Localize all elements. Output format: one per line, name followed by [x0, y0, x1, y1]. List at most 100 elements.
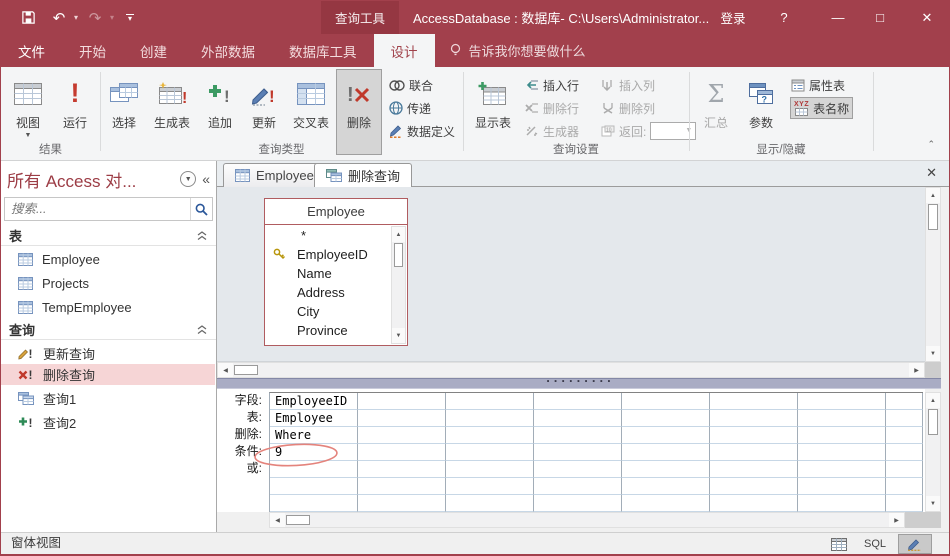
scroll-up-icon[interactable]: ▲	[392, 227, 405, 242]
field-list-title[interactable]: Employee	[265, 199, 407, 225]
undo-button[interactable]: ↶	[49, 1, 69, 34]
grid-cell[interactable]	[534, 461, 622, 478]
union-button[interactable]: 联合	[389, 75, 433, 95]
scroll-down-icon[interactable]: ▼	[926, 346, 940, 361]
collapse-section-icon[interactable]	[196, 324, 208, 335]
grid-cell[interactable]	[270, 478, 358, 495]
grid-cell[interactable]	[886, 444, 923, 461]
tell-me-box[interactable]: 告诉我你想要做什么	[435, 34, 600, 67]
field-row-employeeid[interactable]: EmployeeID	[266, 245, 391, 264]
field-row-name[interactable]: Name	[266, 264, 391, 283]
sidebar-item-delete-query[interactable]: ! 删除查询	[1, 364, 215, 385]
help-button[interactable]: ?	[765, 1, 803, 34]
shutter-bar-close-icon[interactable]: «	[202, 171, 210, 187]
designer-vertical-scrollbar[interactable]: ▲ ▼	[925, 187, 941, 362]
scroll-up-icon[interactable]: ▲	[926, 393, 940, 408]
insert-rows-button[interactable]: 插入行	[525, 75, 579, 95]
close-document-icon[interactable]: ✕	[926, 166, 937, 179]
grid-cell[interactable]	[798, 444, 886, 461]
grid-cell[interactable]	[446, 444, 534, 461]
field-list-scrollbar[interactable]: ▲ ▼	[391, 226, 406, 344]
tables-section-header[interactable]: 表	[1, 225, 216, 246]
data-definition-button[interactable]: 数据定义	[389, 121, 455, 141]
grid-cell[interactable]	[798, 478, 886, 495]
close-button[interactable]: ✕	[905, 1, 949, 34]
grid-cell-or[interactable]	[270, 461, 358, 478]
view-dropdown-icon[interactable]: ▼	[25, 132, 32, 139]
tab-create[interactable]: 创建	[123, 34, 184, 67]
tab-database-tools[interactable]: 数据库工具	[272, 34, 374, 67]
grid-cell[interactable]	[622, 427, 710, 444]
scroll-down-icon[interactable]: ▼	[926, 496, 940, 511]
scroll-right-icon[interactable]: ▶	[889, 513, 904, 527]
grid-cell[interactable]	[358, 444, 446, 461]
grid-cell[interactable]	[798, 495, 886, 512]
grid-cell[interactable]	[358, 478, 446, 495]
scroll-left-icon[interactable]: ◀	[270, 513, 285, 527]
navigation-menu-dropdown-icon[interactable]: ▼	[180, 171, 196, 187]
scroll-thumb[interactable]	[234, 365, 258, 375]
grid-cell[interactable]	[622, 444, 710, 461]
collapse-section-icon[interactable]	[196, 230, 208, 241]
grid-cell[interactable]	[710, 478, 798, 495]
grid-cell[interactable]	[886, 461, 923, 478]
sidebar-item-projects[interactable]: Projects	[1, 273, 215, 294]
undo-dropdown-icon[interactable]: ▾	[71, 1, 81, 34]
grid-cell[interactable]	[446, 495, 534, 512]
tab-external-data[interactable]: 外部数据	[184, 34, 272, 67]
grid-cell[interactable]	[710, 444, 798, 461]
grid-cell[interactable]	[710, 393, 798, 410]
grid-cell[interactable]	[358, 410, 446, 427]
grid-cell[interactable]	[622, 461, 710, 478]
grid-cell[interactable]	[534, 478, 622, 495]
sign-in-link[interactable]: 登录	[709, 1, 757, 34]
grid-cell[interactable]	[798, 410, 886, 427]
grid-cell[interactable]	[270, 495, 358, 512]
maximize-button[interactable]: □	[861, 1, 899, 34]
grid-cell-delete[interactable]: Where	[270, 427, 358, 444]
search-icon[interactable]	[190, 198, 212, 220]
grid-cell[interactable]	[534, 410, 622, 427]
grid-cell[interactable]	[710, 461, 798, 478]
grid-cell-table[interactable]: Employee	[270, 410, 358, 427]
tab-file[interactable]: 文件	[1, 34, 62, 67]
sidebar-item-update-query[interactable]: ! 更新查询	[1, 343, 215, 364]
collapse-ribbon-icon[interactable]: ⌃	[927, 139, 935, 150]
grid-cell[interactable]	[886, 393, 923, 410]
query-design-surface[interactable]: Employee * EmployeeID Name Address City …	[217, 187, 925, 362]
scroll-thumb[interactable]	[928, 204, 938, 230]
scroll-down-icon[interactable]: ▼	[392, 328, 405, 343]
sidebar-item-query2[interactable]: ! 查询2	[1, 412, 215, 433]
sql-view-button[interactable]: SQL	[859, 535, 891, 553]
grid-cell[interactable]	[710, 495, 798, 512]
grid-cell[interactable]	[798, 393, 886, 410]
property-sheet-button[interactable]: 属性表	[791, 75, 845, 95]
grid-cell[interactable]	[446, 393, 534, 410]
grid-cell[interactable]	[358, 495, 446, 512]
customize-quick-access-icon[interactable]: ▾	[123, 1, 137, 34]
pane-splitter[interactable]: ·········	[217, 378, 941, 389]
search-input[interactable]	[5, 202, 190, 216]
grid-cell[interactable]	[622, 478, 710, 495]
grid-cell[interactable]	[886, 478, 923, 495]
scroll-thumb[interactable]	[928, 409, 938, 435]
scroll-thumb[interactable]	[394, 243, 403, 267]
grid-cell[interactable]	[886, 427, 923, 444]
grid-horizontal-scrollbar[interactable]: ◀ ▶	[269, 512, 905, 528]
tab-design[interactable]: 设计	[374, 34, 435, 67]
sidebar-item-employee[interactable]: Employee	[1, 249, 215, 270]
grid-cell[interactable]	[710, 410, 798, 427]
design-view-button[interactable]	[899, 535, 931, 553]
sidebar-item-query1[interactable]: 查询1	[1, 388, 215, 409]
doc-tab-employee[interactable]: Employee	[223, 163, 326, 187]
grid-cell-criteria[interactable]: 9	[270, 444, 358, 461]
grid-cell[interactable]	[622, 393, 710, 410]
field-row-province[interactable]: Province	[266, 321, 391, 340]
grid-cell[interactable]	[622, 410, 710, 427]
scroll-left-icon[interactable]: ◀	[218, 363, 233, 377]
grid-cell[interactable]	[446, 478, 534, 495]
grid-cell[interactable]	[446, 410, 534, 427]
grid-cell[interactable]	[534, 393, 622, 410]
grid-cell[interactable]	[358, 393, 446, 410]
field-row-address[interactable]: Address	[266, 283, 391, 302]
